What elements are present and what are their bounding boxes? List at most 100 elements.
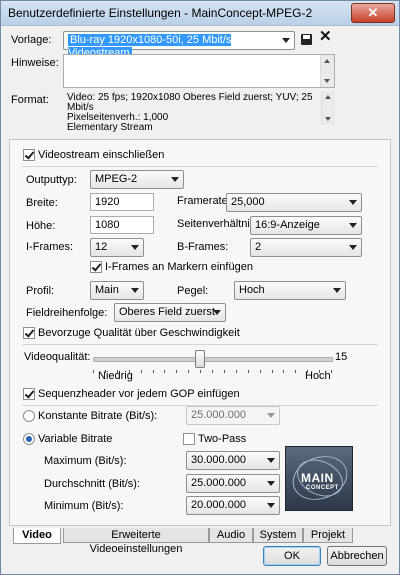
slider-tick (104, 370, 106, 373)
slider-tick (283, 370, 285, 373)
breite-input[interactable]: 1920 (90, 193, 154, 211)
pegel-value: Hoch (239, 284, 265, 296)
quality-pref-checkbox[interactable] (23, 327, 35, 339)
profil-dropdown[interactable]: Main (90, 281, 144, 300)
slider-tick (200, 370, 202, 373)
quality-slider-track[interactable] (93, 357, 333, 362)
delete-icon[interactable]: ✕ (319, 29, 332, 45)
chevron-down-icon (213, 310, 221, 315)
chevron-down-icon (267, 413, 275, 418)
chevron-down-icon (349, 245, 357, 250)
slider-tick (331, 370, 332, 373)
tab-projekt[interactable]: Projekt (303, 528, 353, 543)
min-dropdown[interactable]: 20.000.000 (186, 496, 280, 515)
dialog-window: Benutzerdefinierte Einstellungen - MainC… (0, 0, 400, 575)
avg-value: 25.000.000 (191, 477, 247, 489)
iframes-label: I-Frames: (26, 241, 74, 253)
iframes-dropdown[interactable]: 12 (90, 238, 144, 257)
breite-value: 1920 (95, 196, 120, 208)
cbr-value: 25.000.000 (191, 409, 247, 421)
slider-tick (188, 370, 190, 373)
format-line: Video: 25 fps; 1920x1080 Oberes Field zu… (67, 92, 313, 113)
vorlage-dropdown[interactable]: Blu-ray 1920x1080-50i, 25 Mbit/s Videost… (63, 31, 295, 59)
seqheader-checkbox[interactable] (23, 388, 35, 400)
fieldorder-dropdown[interactable]: Oberes Field zuerst (114, 303, 226, 322)
slider-tick (247, 370, 249, 373)
slider-tick (116, 370, 118, 373)
format-scrollbar[interactable] (321, 91, 335, 125)
fieldorder-label: Fieldreihenfolge: (26, 307, 108, 319)
quality-min-label: Niedrig (98, 370, 133, 382)
window-title: Benutzerdefinierte Einstellungen - MainC… (8, 6, 313, 20)
chevron-down-icon (267, 458, 275, 463)
tab-system[interactable]: System (253, 528, 303, 543)
slider-tick (140, 370, 142, 373)
bframes-value: 2 (255, 241, 262, 253)
slider-tick (93, 370, 94, 373)
pegel-label: Pegel: (177, 285, 209, 297)
framerate-dropdown[interactable]: 25,000 (226, 193, 362, 212)
include-video-checkbox[interactable] (23, 149, 35, 161)
hinweise-textarea[interactable] (63, 54, 335, 88)
max-value: 30.000.000 (191, 454, 247, 466)
format-label: Format: (11, 94, 49, 106)
quality-slider-thumb[interactable] (195, 350, 206, 368)
tab-advanced-video[interactable]: Erweiterte Videoeinstellungen (63, 528, 209, 555)
avg-label: Durchschnitt (Bit/s): (44, 478, 140, 490)
bframes-dropdown[interactable]: 2 (250, 238, 362, 257)
include-video-label: Videostream einschließen (38, 149, 165, 161)
cbr-dropdown[interactable]: 25.000.000 (186, 406, 280, 425)
twopass-checkbox[interactable] (183, 433, 195, 445)
slider-tick (164, 370, 166, 373)
format-text: Video: 25 fps; 1920x1080 Oberes Field zu… (67, 93, 335, 133)
framerate-label: Framerate: (177, 195, 231, 207)
avg-dropdown[interactable]: 25.000.000 (186, 474, 280, 493)
seitenverh-dropdown[interactable]: 16:9-Anzeige (250, 216, 362, 235)
slider-tick (319, 370, 321, 373)
tab-video[interactable]: Video (13, 528, 61, 544)
hoehe-value: 1080 (95, 219, 120, 231)
max-dropdown[interactable]: 30.000.000 (186, 451, 280, 470)
max-label: Maximum (Bit/s): (44, 455, 127, 467)
bframes-label: B-Frames: (177, 241, 229, 253)
hoehe-label: Höhe: (26, 220, 56, 232)
framerate-value: 25,000 (231, 196, 265, 208)
chevron-down-icon (131, 288, 139, 293)
chevron-down-icon (267, 503, 275, 508)
mainconcept-logo: MAIN CONCEPT (285, 446, 353, 511)
pegel-dropdown[interactable]: Hoch (234, 281, 346, 300)
vbr-label: Variable Bitrate (38, 433, 113, 445)
title-bar: Benutzerdefinierte Einstellungen - MainC… (1, 1, 399, 26)
seitenverh-label: Seitenverhältnis: (177, 218, 259, 230)
chevron-down-icon (349, 223, 357, 228)
tab-audio[interactable]: Audio (209, 528, 253, 543)
cbr-radio[interactable] (23, 410, 35, 422)
profil-value: Main (95, 284, 119, 296)
hinweise-scrollbar[interactable] (320, 55, 334, 87)
slider-tick (176, 370, 178, 373)
iframes-marker-checkbox[interactable] (90, 261, 102, 273)
chevron-down-icon (131, 245, 139, 250)
min-value: 20.000.000 (191, 499, 247, 511)
chevron-down-icon (282, 38, 290, 43)
chevron-down-icon (333, 288, 341, 293)
slider-tick (307, 370, 309, 373)
outputtyp-dropdown[interactable]: MPEG-2 (90, 170, 184, 189)
outputtyp-label: Outputtyp: (26, 174, 77, 186)
close-button[interactable]: ✕ (351, 3, 395, 23)
cancel-button[interactable]: Abbrechen (327, 546, 387, 566)
iframes-value: 12 (95, 241, 108, 253)
chevron-down-icon (267, 481, 275, 486)
iframes-marker-label: I-Frames an Markern einfügen (105, 261, 253, 273)
save-icon[interactable] (301, 34, 312, 45)
profil-label: Profil: (26, 285, 55, 297)
hoehe-input[interactable]: 1080 (90, 216, 154, 234)
format-box: Video: 25 fps; 1920x1080 Oberes Field zu… (63, 91, 335, 133)
vorlage-label: Vorlage: (11, 34, 52, 46)
vbr-radio[interactable] (23, 433, 35, 445)
quality-value: 15 (335, 351, 348, 363)
slider-tick (295, 370, 297, 373)
slider-tick (152, 370, 154, 373)
breite-label: Breite: (26, 197, 58, 209)
ok-button[interactable]: OK (263, 546, 321, 566)
